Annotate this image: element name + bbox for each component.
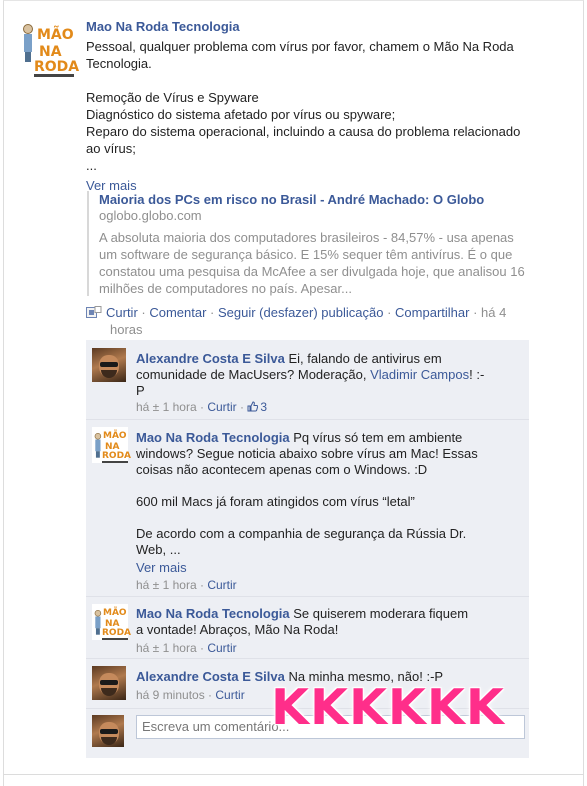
unfollow-post-button[interactable]: Seguir (desfazer) publicação [218, 305, 383, 320]
logo-word-1: MÃO [103, 608, 127, 618]
logo-word-3: RODA [102, 451, 132, 461]
post-line: Remoção de Vírus e Spyware [86, 90, 259, 105]
comment-author[interactable]: Mao Na Roda Tecnologia [136, 430, 290, 445]
post-line: ... [86, 158, 97, 173]
separator: · [204, 688, 216, 702]
comment-like-count[interactable]: 3 [260, 400, 267, 414]
page-avatar-logo[interactable]: MÃO NA RODA [20, 18, 80, 77]
thumbs-up-icon[interactable] [247, 401, 259, 412]
logo-underline [102, 638, 128, 640]
comment-text: ! :- [469, 367, 485, 382]
separator: · [236, 400, 248, 414]
like-post-button[interactable]: Curtir [106, 305, 138, 320]
separator: · [469, 305, 482, 320]
mascot-icon [94, 433, 102, 458]
commenter-avatar-logo[interactable]: MÃO NA RODA [92, 604, 132, 640]
comment-text: a vontade! Abraços, Mão Na Roda! [136, 622, 339, 637]
link-share-icon [86, 306, 102, 319]
post-line [86, 72, 520, 89]
comment-timestamp[interactable]: há ± 1 hora [136, 400, 197, 414]
comment-author[interactable]: Mao Na Roda Tecnologia [136, 606, 290, 621]
comment-text: Web, ... [136, 542, 181, 557]
comment-item: MÃO NA RODA Mao Na Roda Tecnologia Pq ví… [86, 420, 529, 597]
see-more-link[interactable]: Ver mais [136, 560, 511, 576]
separator: · [137, 305, 150, 320]
logo-word-2: NA [39, 44, 62, 60]
logo-underline [102, 461, 128, 463]
logo-word-3: RODA [34, 59, 80, 75]
link-summary-line: constatou uma pesquisa da McAfee a ser d… [99, 264, 525, 279]
comment-item: Alexandre Costa E Silva Ei, falando de a… [86, 340, 529, 420]
link-summary-line: milhões de computadores no país. Apesar.… [99, 281, 352, 296]
commenter-avatar-logo[interactable]: MÃO NA RODA [92, 427, 132, 463]
like-comment-button[interactable]: Curtir [207, 578, 236, 592]
comment-text: 600 mil Macs já foram atingidos com víru… [136, 494, 415, 509]
logo-word-1: MÃO [103, 431, 127, 441]
shared-link-preview[interactable]: Maioria dos PCs em risco no Brasil - And… [87, 191, 558, 296]
comment-author[interactable]: Alexandre Costa E Silva [136, 351, 285, 366]
comment-text: coisas não acontecem apenas com o Window… [136, 462, 428, 477]
comment-text: windows? Segue noticia abaixo sobre víru… [136, 446, 478, 461]
link-summary-line: um software de segurança básico. E 15% s… [99, 247, 513, 262]
comment-text: Ei, falando de antivirus em [284, 351, 442, 366]
comment-text: De acordo com a companhia de segurança d… [136, 526, 467, 541]
post-line: Tecnologia. [86, 56, 152, 71]
post-line: Pessoal, qualquer problema com vírus por… [86, 39, 514, 54]
separator: · [196, 641, 208, 655]
comment-text: Pq vírus só tem em ambiente [289, 430, 463, 445]
like-comment-button[interactable]: Curtir [215, 688, 244, 702]
link-domain: oglobo.globo.com [99, 208, 202, 223]
logo-word-3: RODA [102, 628, 132, 638]
mention-link[interactable]: Vladimir Campos [370, 367, 469, 382]
comment-text: P [136, 383, 145, 398]
separator: · [196, 400, 208, 414]
commenter-avatar[interactable] [92, 348, 126, 382]
separator: · [383, 305, 396, 320]
comment-timestamp[interactable]: há 9 minutos [136, 688, 205, 702]
comment-text [136, 478, 511, 494]
comment-text: Se quiserem moderara fiquem [289, 606, 469, 621]
post-line: Diagnóstico do sistema afetado por vírus… [86, 107, 396, 122]
commenter-avatar[interactable] [92, 666, 126, 700]
comment-timestamp[interactable]: há ± 1 hora [136, 578, 197, 592]
separator: · [196, 578, 208, 592]
like-comment-button[interactable]: Curtir [207, 400, 236, 414]
mascot-icon [94, 610, 102, 635]
post-line: Reparo do sistema operacional, incluindo… [86, 124, 521, 139]
logo-word-1: MÃO [37, 27, 74, 43]
post-timestamp[interactable]: há 4 [481, 305, 506, 320]
comment-timestamp[interactable]: há ± 1 hora [136, 641, 197, 655]
comment-author[interactable]: Alexandre Costa E Silva [136, 669, 285, 684]
post-timestamp-cont[interactable]: horas [86, 321, 576, 338]
post-line: ao vírus; [86, 141, 136, 156]
comment-item: MÃO NA RODA Mao Na Roda Tecnologia Se qu… [86, 597, 529, 659]
separator: · [206, 305, 218, 320]
comment-text [136, 510, 511, 526]
comment-post-button[interactable]: Comentar [149, 305, 206, 320]
link-summary-line: A absoluta maioria dos computadores bras… [99, 230, 514, 245]
post-action-bar: Curtir · Comentar · Seguir (desfazer) pu… [86, 304, 576, 338]
post-author[interactable]: Mao Na Roda Tecnologia [86, 18, 520, 35]
mascot-icon [22, 24, 33, 62]
viewer-avatar [92, 715, 124, 747]
like-comment-button[interactable]: Curtir [207, 641, 236, 655]
link-title[interactable]: Maioria dos PCs em risco no Brasil - And… [99, 191, 558, 208]
logo-underline [34, 74, 74, 77]
overlay-laugh-text: KKKKKK [271, 679, 505, 736]
share-post-button[interactable]: Compartilhar [395, 305, 469, 320]
comment-text: comunidade de MacUsers? Moderação, [136, 367, 371, 382]
divider [3, 774, 584, 775]
